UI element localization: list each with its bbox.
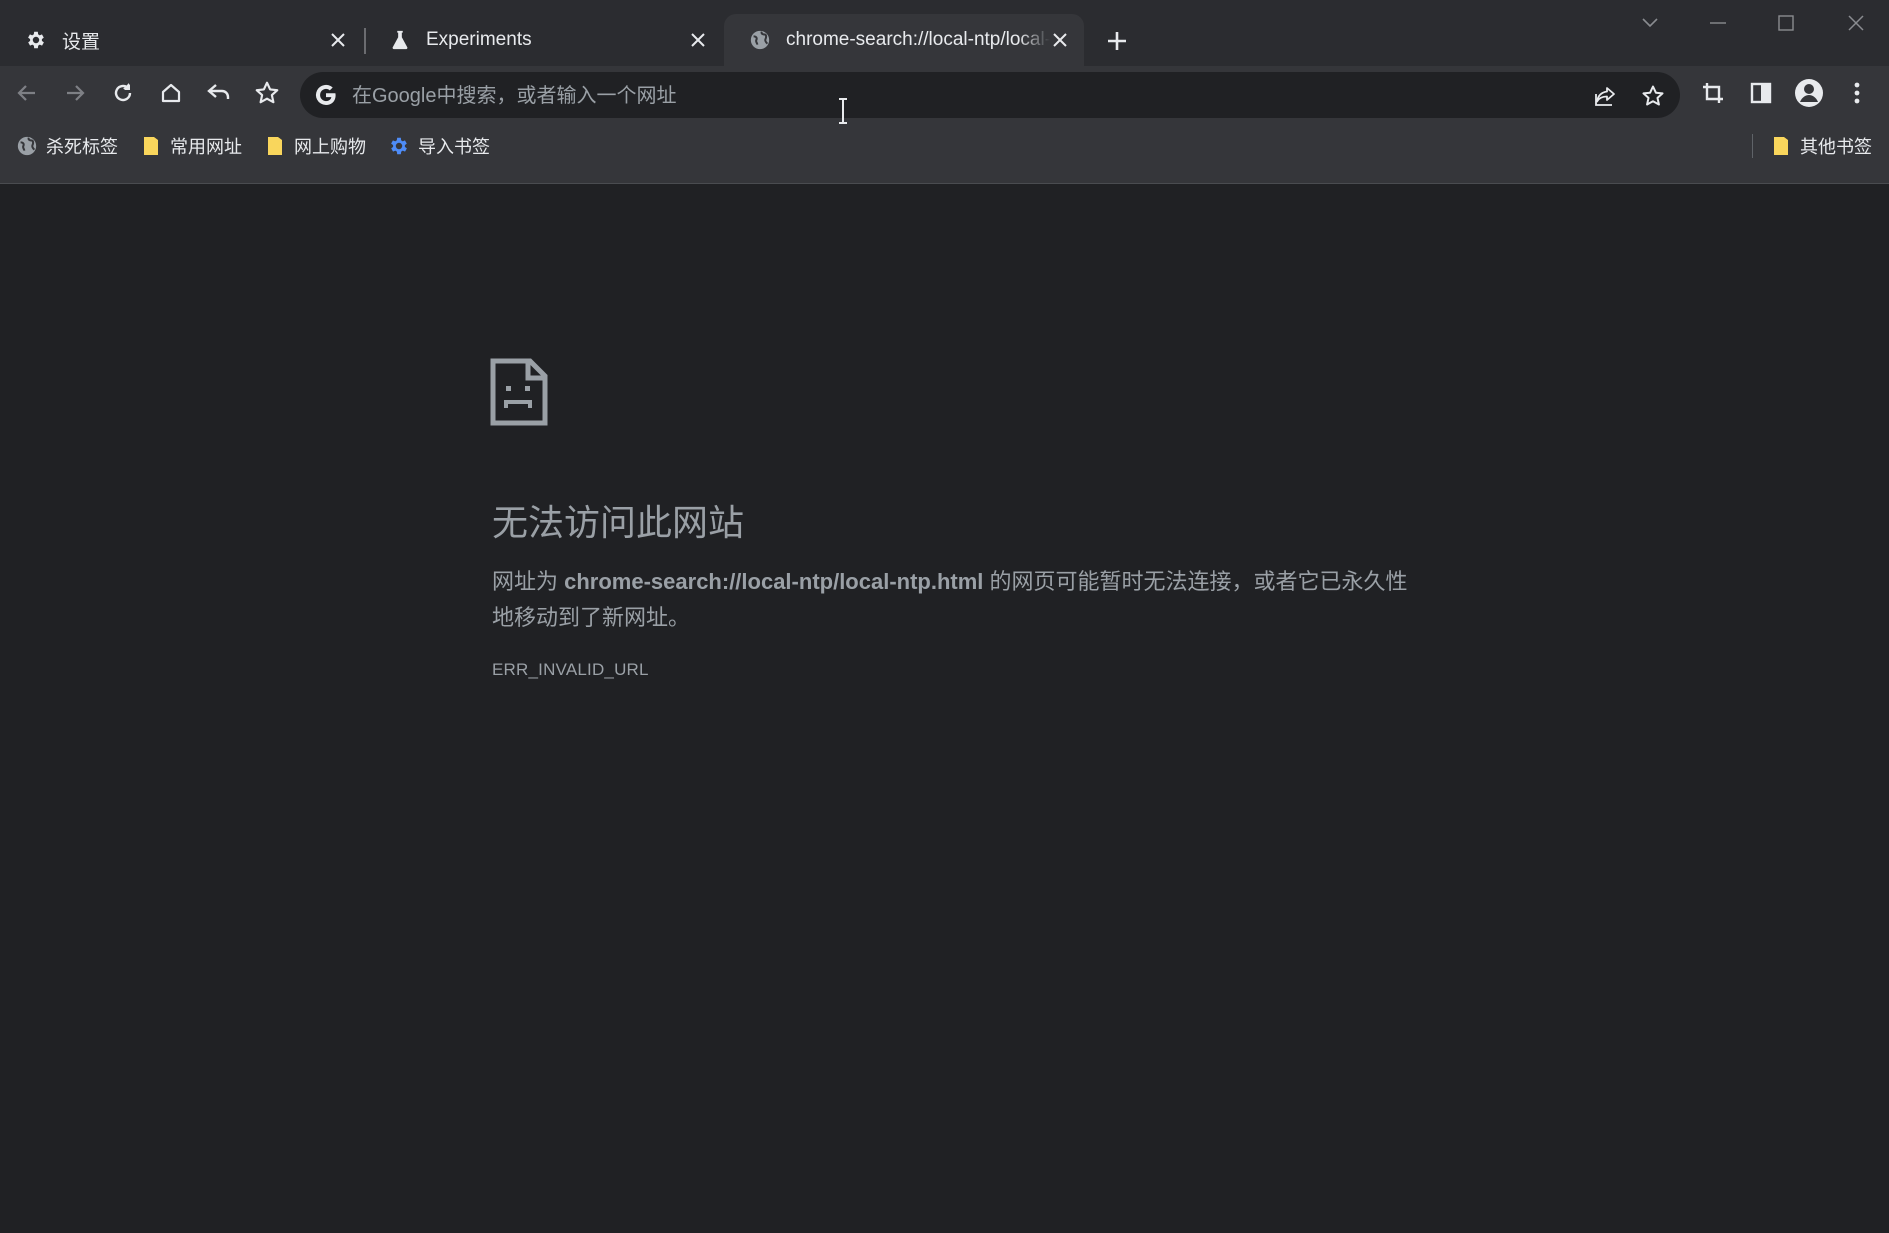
tab-title: 设置 bbox=[62, 31, 101, 53]
bookmark-label: 杀死标签 bbox=[46, 137, 118, 157]
google-icon bbox=[315, 84, 336, 106]
close-icon[interactable] bbox=[326, 28, 350, 52]
error-message: 网址为 chrome-search://local-ntp/local-ntp.… bbox=[492, 564, 1412, 636]
menu-button[interactable] bbox=[1840, 76, 1874, 110]
folder-icon bbox=[1770, 135, 1792, 157]
undo-icon bbox=[207, 84, 230, 99]
back-button[interactable] bbox=[10, 76, 44, 110]
close-icon[interactable] bbox=[1048, 28, 1072, 52]
toolbar: 杀死标签 常用网址 网上购物 导入书签 其他书签 bbox=[0, 66, 1889, 184]
bookmark-folder[interactable]: 网上购物 bbox=[264, 126, 366, 166]
chevron-down-icon bbox=[1642, 18, 1658, 28]
bookmark-item[interactable]: 导入书签 bbox=[388, 126, 490, 166]
tab-local-ntp[interactable]: chrome-search://local-ntp/local-ntp.html bbox=[724, 14, 1084, 66]
share-button[interactable] bbox=[1592, 83, 1618, 109]
bookmark-folder[interactable]: 常用网址 bbox=[140, 126, 242, 166]
home-button[interactable] bbox=[154, 76, 188, 110]
close-icon[interactable] bbox=[686, 28, 710, 52]
tab-title: chrome-search://local-ntp/local-ntp.html bbox=[786, 29, 1050, 50]
tab-search-button[interactable] bbox=[1630, 8, 1670, 38]
bookmark-page-button[interactable] bbox=[1640, 83, 1666, 109]
error-url: chrome-search://local-ntp/local-ntp.html bbox=[564, 569, 984, 594]
bookmark-label: 网上购物 bbox=[294, 137, 366, 157]
sad-page-icon bbox=[490, 358, 548, 426]
kebab-menu-icon bbox=[1854, 82, 1860, 104]
undo-button[interactable] bbox=[202, 76, 236, 110]
globe-icon bbox=[16, 135, 38, 157]
flask-icon bbox=[388, 28, 412, 52]
gear-icon bbox=[388, 135, 410, 157]
plus-icon bbox=[1108, 32, 1126, 50]
star-icon bbox=[255, 81, 279, 104]
tab-settings[interactable]: 设置 bbox=[0, 14, 362, 66]
share-icon bbox=[1595, 87, 1615, 106]
folder-icon bbox=[264, 135, 286, 157]
omnibox-input[interactable] bbox=[350, 72, 1554, 120]
profile-button[interactable] bbox=[1792, 76, 1826, 110]
side-panel-icon bbox=[1750, 82, 1772, 104]
bookmark-label: 其他书签 bbox=[1800, 137, 1872, 157]
bookmark-star-button[interactable] bbox=[250, 76, 284, 110]
other-bookmarks-folder[interactable]: 其他书签 bbox=[1770, 126, 1872, 166]
gear-icon bbox=[24, 28, 48, 52]
omnibox[interactable] bbox=[300, 72, 1680, 120]
crop-icon bbox=[1703, 83, 1723, 103]
home-icon bbox=[161, 83, 181, 103]
error-code: ERR_INVALID_URL bbox=[492, 660, 649, 679]
reload-icon bbox=[114, 83, 132, 102]
globe-icon bbox=[748, 28, 772, 52]
minimize-icon bbox=[1710, 22, 1726, 24]
bookmark-label: 导入书签 bbox=[418, 137, 490, 157]
text-cursor-icon bbox=[839, 98, 847, 124]
bookmark-label: 常用网址 bbox=[170, 137, 242, 157]
new-tab-button[interactable] bbox=[1100, 24, 1134, 58]
close-window-button[interactable] bbox=[1836, 8, 1876, 38]
tab-title: Experiments bbox=[426, 29, 532, 50]
forward-arrow-icon bbox=[67, 85, 85, 101]
error-message-prefix: 网址为 bbox=[492, 569, 565, 594]
maximize-icon bbox=[1778, 15, 1794, 31]
tab-experiments[interactable]: Experiments bbox=[364, 14, 722, 66]
side-panel-button[interactable] bbox=[1744, 76, 1778, 110]
maximize-button[interactable] bbox=[1766, 8, 1806, 38]
error-title: 无法访问此网站 bbox=[492, 502, 745, 543]
reload-button[interactable] bbox=[106, 76, 140, 110]
bookmark-separator bbox=[1752, 134, 1753, 158]
minimize-button[interactable] bbox=[1698, 8, 1738, 38]
bookmark-item[interactable]: 杀死标签 bbox=[16, 126, 118, 166]
folder-icon bbox=[140, 135, 162, 157]
back-arrow-icon bbox=[17, 85, 35, 101]
avatar-icon bbox=[1795, 79, 1823, 107]
tab-strip: 设置 Experiments chrome-search://local-ntp… bbox=[0, 0, 1889, 66]
star-icon bbox=[1642, 85, 1664, 106]
crop-button[interactable] bbox=[1696, 76, 1730, 110]
forward-button[interactable] bbox=[58, 76, 92, 110]
close-icon bbox=[1848, 15, 1864, 31]
